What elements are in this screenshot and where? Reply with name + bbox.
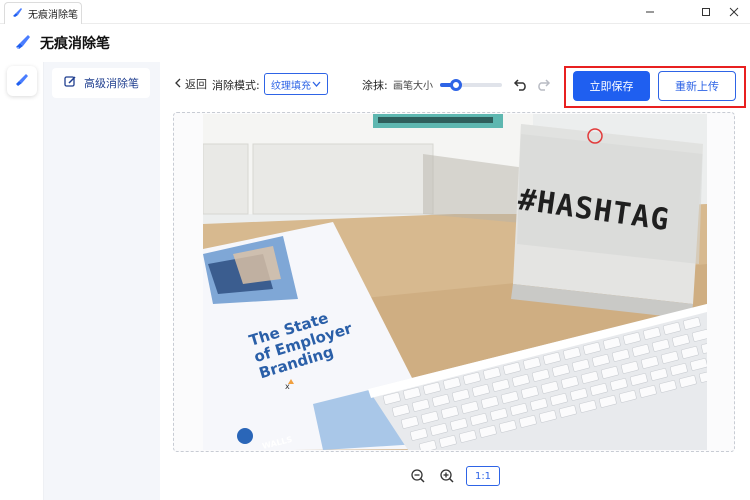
eraser-brush-icon	[14, 71, 30, 91]
app-title: 无痕消除笔	[40, 36, 110, 52]
zoom-bar: 1:1	[160, 462, 750, 490]
svg-text:x: x	[285, 382, 290, 391]
mode-label: 消除模式:	[212, 79, 260, 92]
edit-square-icon	[64, 75, 77, 91]
window-tab[interactable]: 无痕消除笔	[4, 2, 82, 24]
tool-rail	[0, 62, 44, 500]
chevron-left-icon	[174, 78, 183, 91]
back-label: 返回	[185, 78, 207, 91]
mode-select[interactable]: 纹理填充	[264, 73, 328, 95]
save-now-button[interactable]: 立即保存	[573, 71, 650, 101]
zoom-ratio-button[interactable]: 1:1	[466, 466, 500, 486]
sidebar-item-label: 高级消除笔	[84, 77, 139, 90]
brush-size-slider-handle[interactable]	[449, 79, 462, 91]
zoom-out-icon[interactable]	[410, 468, 426, 484]
minimize-icon[interactable]	[636, 0, 664, 24]
window-tab-title: 无痕消除笔	[28, 10, 78, 21]
undo-icon[interactable]	[512, 75, 530, 93]
eraser-brush-icon	[14, 32, 32, 54]
mode-value: 纹理填充	[271, 80, 311, 92]
back-button[interactable]: 返回	[174, 76, 207, 92]
smear-label: 涂抹:	[362, 79, 388, 92]
close-icon[interactable]	[720, 0, 748, 24]
main-panel: 返回 消除模式: 纹理填充 涂抹: 画笔大小 立即保存 重新上传 The Sta…	[160, 62, 750, 500]
toolbar: 返回 消除模式: 纹理填充 涂抹: 画笔大小 立即保存 重新上传	[160, 62, 750, 108]
sidebar-item-advanced-eraser[interactable]: 高级消除笔	[52, 68, 150, 98]
redo-icon[interactable]	[534, 75, 552, 93]
reupload-button[interactable]: 重新上传	[658, 71, 736, 101]
eraser-brush-icon	[11, 6, 23, 21]
photo-preview[interactable]: The State of Employer Branding WALLS x #…	[203, 114, 707, 450]
sidebar: 高级消除笔	[44, 62, 160, 500]
rail-eraser-tool[interactable]	[7, 66, 37, 96]
zoom-in-icon[interactable]	[439, 468, 455, 484]
restore-icon[interactable]	[692, 0, 720, 24]
brush-size-slider[interactable]	[440, 79, 502, 91]
chevron-down-icon	[312, 80, 321, 91]
window-titlebar: 无痕消除笔	[0, 0, 750, 24]
brush-size-label: 画笔大小	[393, 81, 433, 92]
editing-canvas[interactable]: The State of Employer Branding WALLS x #…	[173, 112, 735, 452]
app-header: 无痕消除笔	[0, 24, 750, 62]
